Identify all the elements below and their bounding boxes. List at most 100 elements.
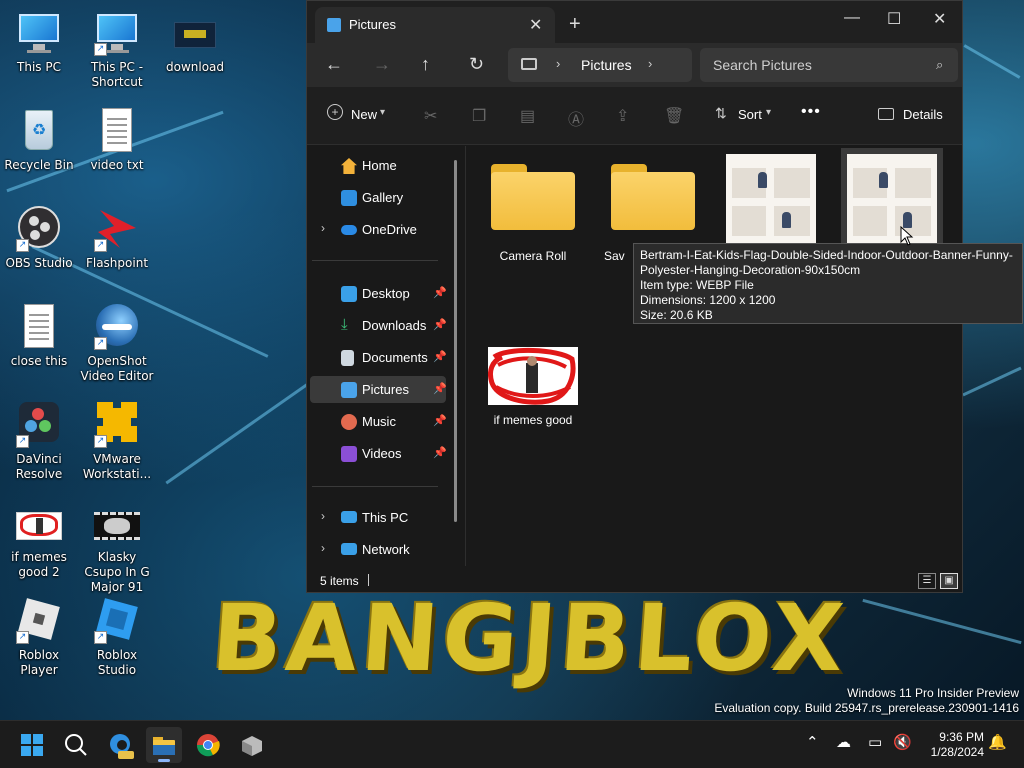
copy-icon[interactable]: ❐	[472, 106, 486, 126]
sidebar-item-onedrive[interactable]: › OneDrive	[310, 216, 446, 243]
details-view-icon[interactable]: ☰	[918, 573, 936, 589]
sidebar-scrollbar[interactable]	[454, 160, 457, 522]
file-item-if-memes-good[interactable]: if memes good	[478, 347, 588, 427]
sidebar-item-home[interactable]: Home	[310, 152, 446, 179]
sidebar-item-label: This PC	[362, 510, 409, 525]
back-arrow-icon[interactable]: ←	[325, 55, 343, 73]
desktop-icon-close-this[interactable]: close this	[0, 304, 78, 369]
details-button[interactable]: Details	[903, 107, 943, 122]
onedrive-tray-icon[interactable]: ☁	[836, 735, 851, 750]
tooltip-dimensions: Dimensions: 1200 x 1200	[640, 293, 776, 307]
delete-icon[interactable]: 🗑	[664, 106, 684, 126]
chevron-right-icon[interactable]: ›	[321, 509, 325, 523]
forward-arrow-icon[interactable]: →	[373, 55, 391, 73]
sidebar-item-music[interactable]: Music 📌	[310, 408, 447, 435]
taskbar-file-explorer[interactable]	[146, 727, 182, 763]
desktop-icon-download[interactable]: download	[156, 10, 234, 75]
image-thumbnail	[726, 154, 816, 244]
desktop-icon-label: if memes good 2	[11, 550, 67, 579]
shortcut-arrow-icon: ↗	[16, 631, 29, 644]
tab-title: Pictures	[349, 17, 396, 32]
monitor-icon	[16, 10, 62, 56]
sort-button[interactable]: Sort	[738, 107, 762, 122]
sidebar-item-videos[interactable]: Videos 📌	[310, 440, 447, 467]
sidebar-item-network[interactable]: › Network	[310, 536, 446, 563]
close-tab-icon[interactable]: ✕	[529, 15, 542, 35]
desktop-icon-this-pc-shortcut[interactable]: ↗ This PC - Shortcut	[78, 10, 156, 90]
file-item-image-2[interactable]	[837, 148, 947, 250]
breadcrumb-pictures[interactable]: Pictures	[581, 57, 632, 73]
maximize-icon[interactable]: ☐	[887, 9, 901, 29]
desktop-icon-openshot[interactable]: ↗ OpenShot Video Editor	[78, 304, 156, 384]
pin-icon: 📌	[433, 287, 447, 299]
sidebar-item-label: Network	[362, 542, 410, 557]
taskbar-app[interactable]	[234, 727, 270, 763]
start-button[interactable]	[14, 727, 50, 763]
new-tab-icon[interactable]: +	[569, 14, 581, 34]
taskbar: ⌃ ☁ ▭ 🔇 9:36 PM 1/28/2024 🔔	[0, 720, 1024, 768]
system-clock[interactable]: 9:36 PM 1/28/2024	[914, 730, 984, 760]
up-arrow-icon[interactable]: ↑	[421, 55, 430, 73]
desktop-icon-obs-studio[interactable]: ↗ OBS Studio	[0, 206, 78, 271]
search-input[interactable]: Search Pictures	[713, 57, 812, 73]
pin-icon: 📌	[433, 415, 447, 427]
desktop-icon-recycle-bin[interactable]: ♻ Recycle Bin	[0, 108, 78, 173]
tab-pictures[interactable]: Pictures ✕	[315, 7, 555, 43]
share-icon[interactable]: ⇪	[616, 106, 629, 126]
desktop-icon-this-pc[interactable]: This PC	[0, 10, 78, 75]
desktop-icon-roblox-studio[interactable]: ↗ Roblox Studio	[78, 598, 156, 678]
wallpaper-line	[962, 366, 1022, 397]
file-item-camera-roll[interactable]: Camera Roll	[478, 164, 588, 263]
roblox-icon: ↗	[16, 598, 62, 644]
sidebar-item-desktop[interactable]: Desktop 📌	[310, 280, 447, 307]
desktop-icon-davinci-resolve[interactable]: ↗ DaVinci Resolve	[0, 402, 78, 482]
volume-muted-icon[interactable]: 🔇	[893, 735, 912, 750]
minimize-icon[interactable]: —	[844, 9, 860, 27]
desktop-icon-label: video txt	[90, 158, 144, 172]
desktop-icon-vmware[interactable]: ↗ VMware Workstati...	[78, 402, 156, 482]
details-pane-icon	[878, 108, 894, 120]
file-explorer-icon	[153, 737, 175, 755]
chevron-right-icon[interactable]: ›	[321, 221, 325, 235]
search-button[interactable]	[58, 727, 94, 763]
paste-icon[interactable]: ▤	[520, 106, 535, 126]
file-item-image-1[interactable]	[716, 154, 826, 244]
active-app-indicator	[158, 759, 170, 762]
large-icons-view-icon[interactable]: ▣	[940, 573, 958, 589]
sidebar-item-downloads[interactable]: ⤓ Downloads 📌	[310, 312, 447, 339]
sidebar-item-pictures[interactable]: Pictures 📌	[310, 376, 447, 403]
search-icon: ⌕	[936, 57, 944, 72]
desktop-icon-video-txt[interactable]: video txt	[78, 108, 156, 173]
openshot-icon: ↗	[94, 304, 140, 350]
cut-icon[interactable]: ✂	[424, 106, 437, 126]
sidebar-item-documents[interactable]: Documents 📌	[310, 344, 447, 371]
desktop-icon-label: Recycle Bin	[4, 158, 74, 172]
sidebar-item-this-pc[interactable]: › This PC	[310, 504, 446, 531]
file-name: if memes good	[493, 413, 573, 427]
desktop-icon	[341, 286, 357, 302]
network-tray-icon[interactable]: ▭	[868, 735, 882, 750]
desktop-icon-if-memes-good-2[interactable]: if memes good 2	[0, 500, 78, 580]
windows-watermark: Windows 11 Pro Insider Preview Evaluatio…	[714, 686, 1019, 716]
gallery-icon	[341, 190, 357, 206]
show-hidden-icons-icon[interactable]: ⌃	[806, 735, 819, 750]
close-window-icon[interactable]: ✕	[933, 9, 946, 29]
vmware-icon: ↗	[94, 402, 140, 448]
rename-icon[interactable]: Ⓐ	[568, 106, 584, 130]
file-tooltip: Bertram-I-Eat-Kids-Flag-Double-Sided-Ind…	[633, 243, 1023, 324]
pin-icon: 📌	[433, 447, 447, 459]
refresh-icon[interactable]: ↻	[469, 55, 484, 73]
more-options-icon[interactable]: •••	[801, 103, 821, 121]
new-button[interactable]: New	[351, 107, 377, 122]
taskbar-chrome[interactable]	[190, 727, 226, 763]
sidebar-separator	[312, 486, 438, 487]
chevron-right-icon[interactable]: ›	[321, 541, 325, 555]
desktop-icon-roblox-player[interactable]: ↗ Roblox Player	[0, 598, 78, 678]
search-box[interactable]: Search Pictures ⌕	[700, 48, 958, 82]
sidebar-item-gallery[interactable]: Gallery	[310, 184, 446, 211]
desktop-icon-flashpoint[interactable]: ↗ Flashpoint	[78, 206, 156, 271]
taskbar-edge-beta[interactable]	[102, 727, 138, 763]
notification-bell-icon[interactable]: 🔔	[988, 735, 1007, 750]
address-bar[interactable]: › Pictures ›	[508, 48, 692, 82]
desktop-icon-klasky-csupo[interactable]: Klasky Csupo In G Major 91	[78, 500, 156, 595]
